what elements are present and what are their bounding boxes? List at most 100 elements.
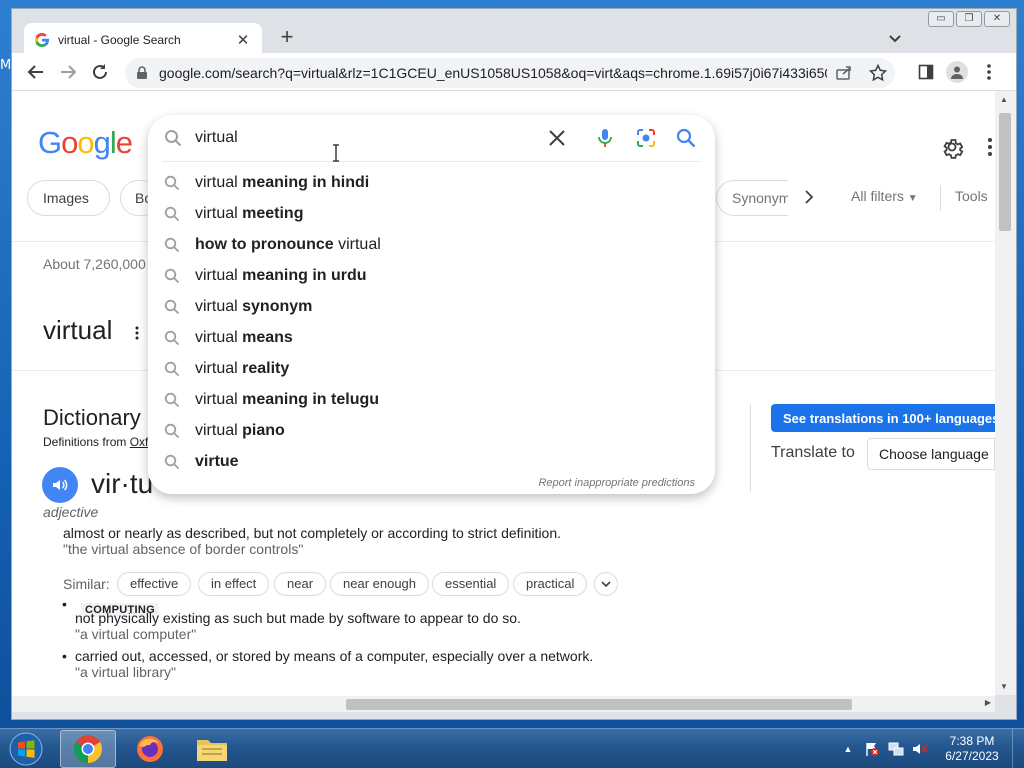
clear-icon[interactable] <box>546 127 568 149</box>
share-icon[interactable] <box>833 62 855 84</box>
google-logo[interactable]: Google <box>38 125 133 161</box>
google-lens-icon[interactable] <box>635 127 657 149</box>
logo-letter: g <box>93 125 111 160</box>
pronunciation-speaker-button[interactable] <box>42 467 78 503</box>
scroll-down-icon[interactable]: ▼ <box>1000 682 1008 691</box>
restore-button[interactable]: ❐ <box>956 11 982 27</box>
similar-chip[interactable]: near <box>274 572 327 596</box>
taskbar-chrome[interactable] <box>60 730 116 768</box>
system-clock[interactable]: 7:38 PM 6/27/2023 <box>938 734 1006 764</box>
suggestion-plain: virtual <box>195 391 243 408</box>
search-icon <box>164 330 180 346</box>
url-text[interactable]: google.com/search?q=virtual&rlz=1C1GCEU_… <box>159 65 827 81</box>
similar-chip[interactable]: essential <box>432 572 510 596</box>
side-panel-icon[interactable] <box>915 61 937 83</box>
start-button[interactable] <box>4 729 48 768</box>
suggestion-item[interactable]: virtual meeting <box>148 198 715 229</box>
taskbar-file-explorer[interactable] <box>184 730 240 768</box>
apps-menu-icon[interactable] <box>986 137 994 157</box>
report-predictions-link[interactable]: Report inappropriate predictions <box>538 477 695 489</box>
forward-button[interactable] <box>57 61 79 83</box>
all-filters-button[interactable]: All filters ▼ <box>851 188 918 204</box>
search-input[interactable] <box>195 127 535 149</box>
suggestion-item[interactable]: virtual means <box>148 322 715 353</box>
reload-button[interactable] <box>89 61 111 83</box>
similar-chip[interactable]: effective <box>117 572 192 596</box>
tools-button[interactable]: Tools <box>955 188 988 204</box>
taskbar: ▲ 7:38 PM 6/27/2023 <box>0 728 1024 768</box>
vertical-scroll-thumb[interactable] <box>999 113 1011 231</box>
suggestion-bold: meaning in hindi <box>242 174 370 191</box>
search-term-heading: virtual <box>43 315 113 345</box>
suggestion-text: virtue <box>195 453 239 471</box>
firefox-icon <box>137 736 163 762</box>
settings-gear-icon[interactable] <box>940 135 964 159</box>
suggestion-item[interactable]: virtual meaning in hindi <box>148 167 715 198</box>
logo-letter: e <box>115 125 133 160</box>
close-window-button[interactable]: ✕ <box>984 11 1010 27</box>
chip-synonyms[interactable]: Synonym <box>716 180 788 216</box>
show-desktop-button[interactable] <box>1012 729 1024 768</box>
address-bar[interactable]: google.com/search?q=virtual&rlz=1C1GCEU_… <box>125 58 895 88</box>
volume-muted-icon[interactable] <box>911 740 929 758</box>
suggestion-bold: synonym <box>242 298 313 315</box>
arrow-left-icon <box>27 65 43 79</box>
suggestion-item[interactable]: virtual meaning in telugu <box>148 384 715 415</box>
suggestion-plain: virtual <box>195 205 243 222</box>
taskbar-firefox[interactable] <box>122 730 178 768</box>
folder-icon <box>197 740 227 761</box>
horizontal-scrollbar[interactable]: ▶ <box>12 696 995 712</box>
chrome-menu-icon[interactable] <box>978 61 1000 83</box>
suggestion-item[interactable]: virtual reality <box>148 353 715 384</box>
suggestion-bold: reality <box>242 360 290 377</box>
suggestion-item[interactable]: virtual piano <box>148 415 715 446</box>
similar-label: Similar: <box>63 576 110 592</box>
back-button[interactable] <box>25 61 47 83</box>
definitions-source: Definitions from Oxf <box>43 435 148 449</box>
suggestion-item[interactable]: virtual meaning in urdu <box>148 260 715 291</box>
suggestion-item[interactable]: how to pronounce virtual <box>148 229 715 260</box>
suggestion-text: virtual synonym <box>195 298 312 316</box>
search-icon <box>164 175 180 191</box>
definition-1: almost or nearly as described, but not c… <box>63 525 562 541</box>
suggestion-bold: meaning in telugu <box>242 391 380 408</box>
horizontal-scroll-thumb[interactable] <box>346 699 852 710</box>
similar-chip[interactable]: near enough <box>330 572 430 596</box>
action-center-flag-icon[interactable] <box>863 740 881 758</box>
filter-divider <box>940 185 941 211</box>
dropdown-arrow-icon: ▼ <box>907 193 918 204</box>
translate-to-label: Translate to <box>771 444 855 461</box>
suggestion-plain: virtual <box>195 267 243 284</box>
vertical-scrollbar[interactable]: ▲ ▼ <box>995 91 1016 695</box>
voice-search-mic-icon[interactable] <box>594 127 616 149</box>
see-translations-button[interactable]: See translations in 100+ languages <box>771 404 995 432</box>
choose-language-select[interactable]: Choose language <box>867 438 995 470</box>
chevron-right-icon[interactable] <box>801 189 817 205</box>
suggestion-text: virtual meaning in hindi <box>195 174 369 192</box>
window-controls: ▭ ❐ ✕ <box>928 11 1010 27</box>
tab-close-icon[interactable]: ✕ <box>234 31 252 49</box>
suggestion-plain: virtual <box>333 236 381 253</box>
scroll-right-icon[interactable]: ▶ <box>985 698 991 707</box>
tab-active[interactable]: virtual - Google Search ✕ <box>24 23 262 57</box>
new-tab-button[interactable]: + <box>274 25 300 51</box>
similar-chip[interactable]: practical <box>513 572 588 596</box>
search-icon <box>164 206 180 222</box>
chip-images[interactable]: Images <box>27 180 110 216</box>
profile-avatar-icon[interactable] <box>946 61 968 83</box>
expand-similar-button[interactable] <box>594 572 618 596</box>
suggestion-item[interactable]: virtue <box>148 446 715 477</box>
more-options-icon[interactable] <box>134 325 140 341</box>
search-submit-icon[interactable] <box>675 127 697 149</box>
minimize-button[interactable]: ▭ <box>928 11 954 27</box>
search-icon <box>164 361 180 377</box>
bookmark-star-icon[interactable] <box>867 62 889 84</box>
show-hidden-icons-icon[interactable]: ▲ <box>839 740 857 758</box>
network-icon[interactable] <box>887 740 905 758</box>
oxford-link[interactable]: Oxf <box>130 435 149 449</box>
suggestion-bold: piano <box>242 422 285 439</box>
tab-search-chevron-icon[interactable] <box>884 27 906 49</box>
scroll-up-icon[interactable]: ▲ <box>1000 95 1008 104</box>
suggestion-item[interactable]: virtual synonym <box>148 291 715 322</box>
similar-chip[interactable]: in effect <box>198 572 270 596</box>
